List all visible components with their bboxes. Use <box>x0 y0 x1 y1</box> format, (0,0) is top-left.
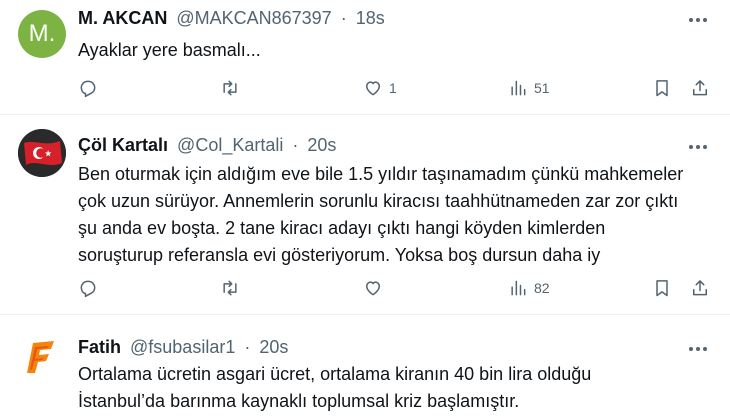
display-name[interactable]: M. AKCAN <box>78 8 167 28</box>
flame-logo-icon <box>18 333 66 381</box>
user-handle[interactable]: @fsubasilar1 <box>130 337 235 357</box>
views-count: 51 <box>534 80 550 96</box>
heart-icon <box>366 81 380 96</box>
retweet-button[interactable] <box>220 276 246 300</box>
tweet-actions: 1 51 <box>78 76 714 100</box>
tweet-text-line: Ayaklar yere basmalı... <box>78 40 261 60</box>
display-name[interactable]: Çöl Kartalı <box>78 135 168 155</box>
tweet[interactable]: Çöl Kartalı @Col_Kartali · 20s Ben oturm… <box>0 115 730 315</box>
flag-icon <box>18 129 66 177</box>
retweet-icon <box>223 80 237 96</box>
timestamp[interactable]: 20s <box>259 337 288 357</box>
separator-dot: · <box>244 337 251 357</box>
more-options-icon[interactable] <box>684 339 712 359</box>
tweet[interactable]: M. M. AKCAN @MAKCAN867397 · 18s Ayaklar … <box>0 0 730 115</box>
share-button[interactable] <box>690 76 710 100</box>
like-button[interactable]: 1 <box>363 76 397 100</box>
separator-dot: · <box>340 8 347 28</box>
avatar[interactable] <box>18 333 66 381</box>
tweet-text-line: çok uzun sürüyor. Annemlerin sorunlu kir… <box>78 191 679 211</box>
tweet-text-line: soruşturup referansla evi gösteriyorum. … <box>78 245 601 265</box>
tweet-text-line: İstanbul’da barınma kaynaklı toplumsal k… <box>78 391 520 411</box>
like-count: 1 <box>389 80 397 96</box>
share-icon <box>693 280 707 296</box>
tweet-header: M. AKCAN @MAKCAN867397 · 18s <box>78 8 385 29</box>
display-name[interactable]: Fatih <box>78 337 121 357</box>
more-options-icon[interactable] <box>684 10 712 30</box>
reply-button[interactable] <box>78 276 104 300</box>
views-button[interactable]: 51 <box>508 76 550 100</box>
views-count: 82 <box>534 280 550 296</box>
reply-icon <box>80 80 96 98</box>
separator-dot: · <box>292 135 299 155</box>
tweet-text: Ayaklar yere basmalı... <box>78 37 714 64</box>
share-button[interactable] <box>690 276 710 300</box>
bookmark-button[interactable] <box>652 76 672 100</box>
tweet-text: Ben oturmak için aldığım eve bile 1.5 yı… <box>78 161 714 269</box>
bookmark-icon <box>656 280 668 297</box>
reply-button[interactable] <box>78 76 104 100</box>
tweet-header: Fatih @fsubasilar1 · 20s <box>78 337 288 358</box>
tweet-text-line: şu anda ev boşta. 2 tane kiracı adayı çı… <box>78 218 606 238</box>
avatar-initials: M. <box>28 20 56 47</box>
tweet-text-line: Ben oturmak için aldığım eve bile 1.5 yı… <box>78 164 684 184</box>
retweet-icon <box>223 280 237 296</box>
tweet-text: Ortalama ücretin asgari ücret, ortalama … <box>78 361 714 415</box>
retweet-button[interactable] <box>220 76 246 100</box>
share-icon <box>693 80 707 96</box>
views-button[interactable]: 82 <box>508 276 550 300</box>
tweet[interactable]: Fatih @fsubasilar1 · 20s Ortalama ücreti… <box>0 315 730 420</box>
user-handle[interactable]: @Col_Kartali <box>177 135 283 155</box>
tweet-actions: 82 <box>78 276 714 300</box>
tweet-text-line: Ortalama ücretin asgari ücret, ortalama … <box>78 364 592 384</box>
avatar[interactable]: M. <box>18 10 66 58</box>
heart-icon <box>366 281 380 296</box>
more-options-icon[interactable] <box>684 137 712 157</box>
views-chart-icon <box>511 280 526 296</box>
tweet-header: Çöl Kartalı @Col_Kartali · 20s <box>78 135 336 156</box>
timestamp[interactable]: 18s <box>356 8 385 28</box>
user-handle[interactable]: @MAKCAN867397 <box>176 8 331 28</box>
timestamp[interactable]: 20s <box>307 135 336 155</box>
views-chart-icon <box>511 80 526 96</box>
bookmark-icon <box>656 80 668 97</box>
bookmark-button[interactable] <box>652 276 672 300</box>
avatar[interactable] <box>18 129 66 177</box>
like-button[interactable] <box>363 276 389 300</box>
reply-icon <box>80 280 96 298</box>
